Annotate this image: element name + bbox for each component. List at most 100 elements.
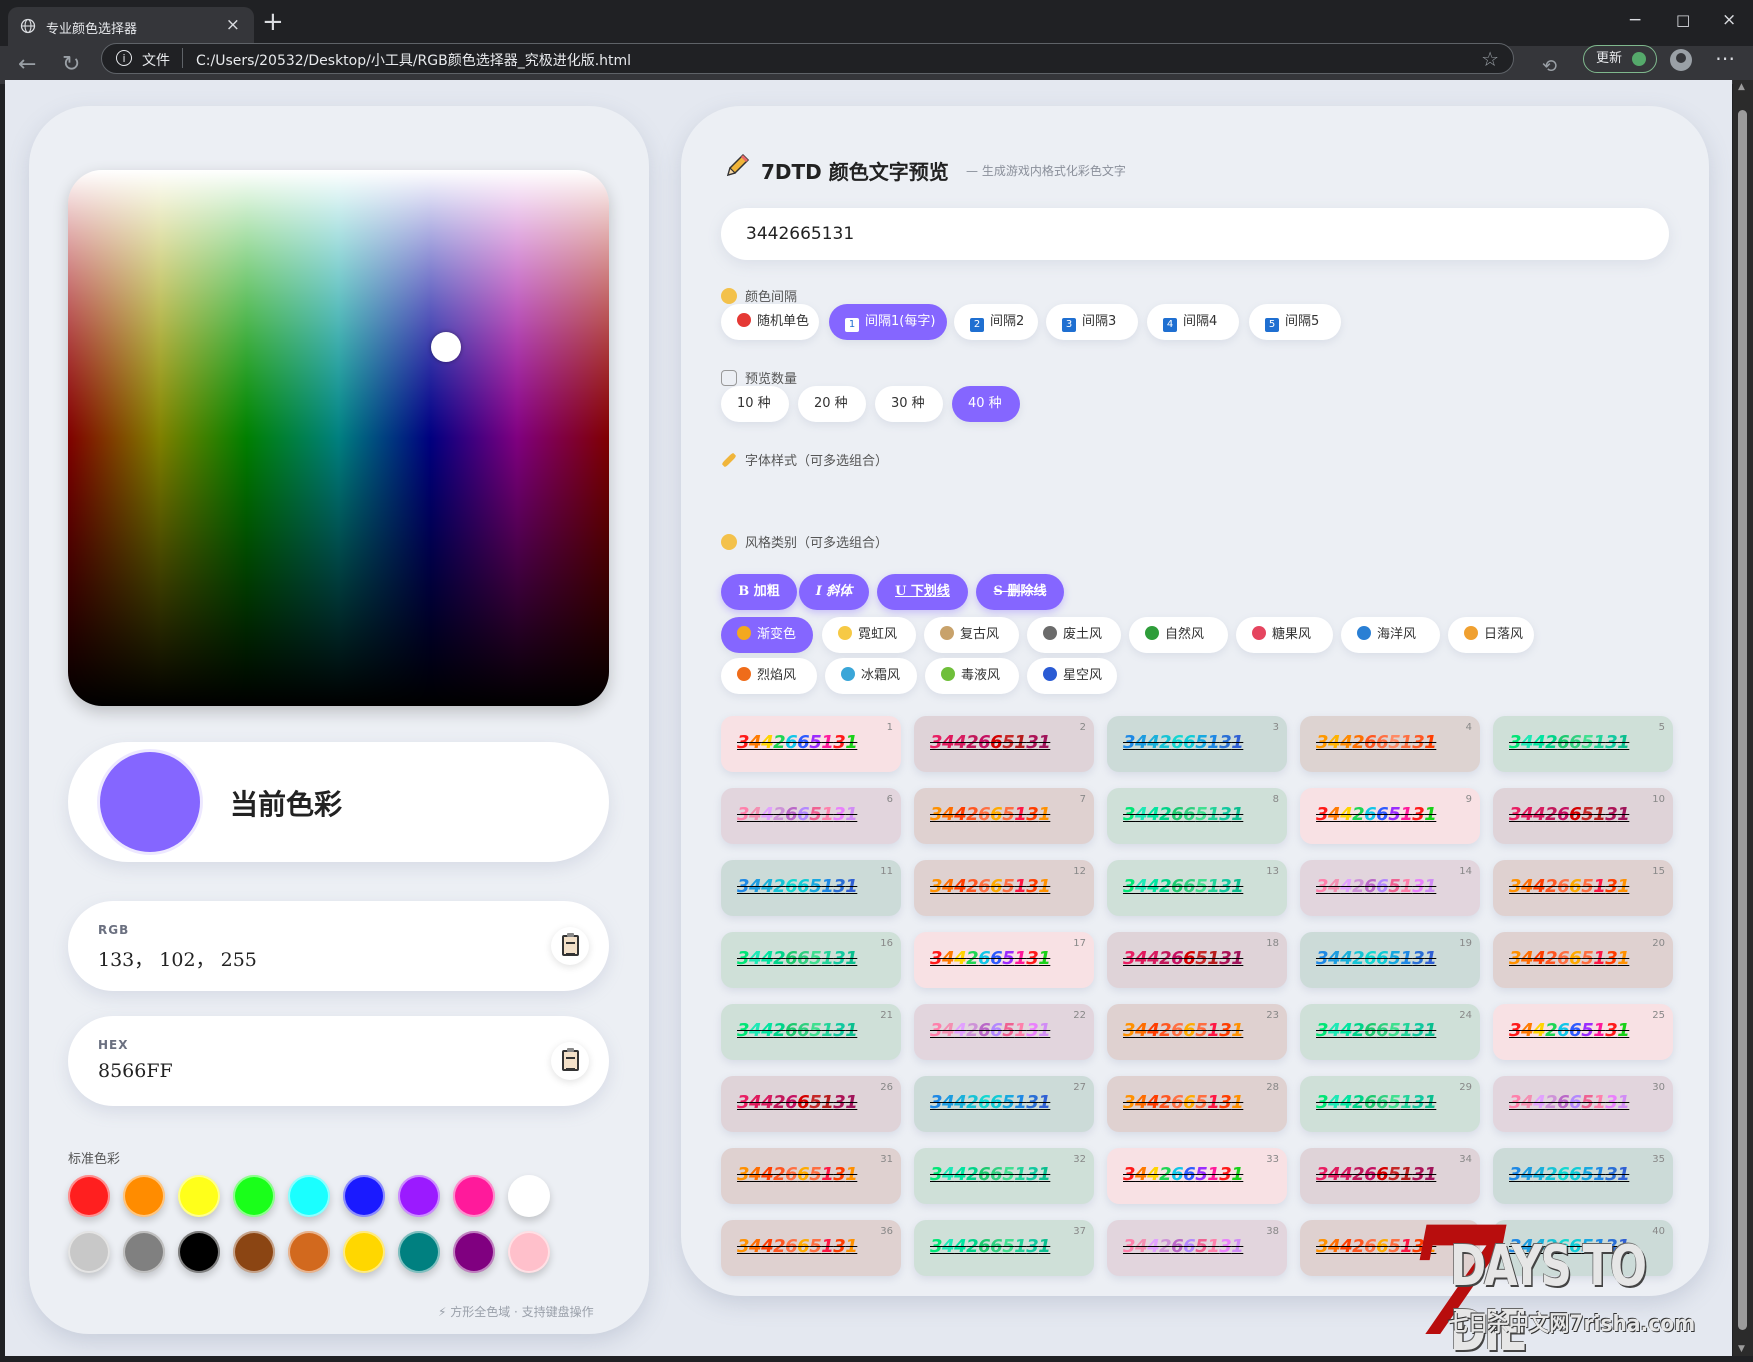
address-bar[interactable]: i 文件 C:/Users/20532/Desktop/小工具/RGB颜色选择器… xyxy=(101,43,1514,74)
text-input[interactable] xyxy=(721,208,1669,260)
style-category-option[interactable]: 烈焰风 xyxy=(721,658,817,694)
preview-tile[interactable]: 12 3442665131 xyxy=(914,860,1094,916)
preview-tile[interactable]: 20 3442665131 xyxy=(1493,932,1673,988)
preview-tile[interactable]: 25 3442665131 xyxy=(1493,1004,1673,1060)
color-swatch[interactable] xyxy=(343,1231,385,1273)
preview-tile[interactable]: 2 3442665131 xyxy=(914,716,1094,772)
preview-tile[interactable]: 22 3442665131 xyxy=(914,1004,1094,1060)
count-option[interactable]: 30 种 xyxy=(875,386,943,422)
profile-avatar[interactable] xyxy=(1670,49,1692,71)
style-category-option[interactable]: 日落风 xyxy=(1448,617,1534,653)
preview-tile[interactable]: 11 3442665131 xyxy=(721,860,901,916)
scroll-down-icon[interactable]: ▼ xyxy=(1738,1344,1745,1354)
color-swatch[interactable] xyxy=(123,1175,165,1217)
browser-tab[interactable]: 专业颜色选择器 × xyxy=(8,7,254,46)
preview-tile[interactable]: 28 3442665131 xyxy=(1107,1076,1287,1132)
preview-tile[interactable]: 4 3442665131 xyxy=(1300,716,1480,772)
color-swatch[interactable] xyxy=(453,1231,495,1273)
preview-tile[interactable]: 26 3442665131 xyxy=(721,1076,901,1132)
preview-tile[interactable]: 33 3442665131 xyxy=(1107,1148,1287,1204)
font-style-option[interactable]: I 斜体 xyxy=(799,574,869,610)
count-option[interactable]: 10 种 xyxy=(721,386,789,422)
preview-tile[interactable]: 30 3442665131 xyxy=(1493,1076,1673,1132)
more-menu-icon[interactable]: ⋯ xyxy=(1715,46,1735,70)
scroll-up-icon[interactable]: ▲ xyxy=(1738,82,1745,92)
count-option[interactable]: 20 种 xyxy=(798,386,866,422)
font-style-option[interactable]: S 删除线 xyxy=(976,574,1064,610)
close-window-button[interactable]: × xyxy=(1722,10,1736,30)
color-swatch[interactable] xyxy=(508,1175,550,1217)
interval-option[interactable]: 3 间隔3 xyxy=(1046,304,1138,340)
font-style-option[interactable]: B 加粗 xyxy=(721,574,797,610)
color-swatch[interactable] xyxy=(178,1175,220,1217)
style-category-option[interactable]: 星空风 xyxy=(1027,658,1117,694)
preview-tile[interactable]: 31 3442665131 xyxy=(721,1148,901,1204)
preview-tile[interactable]: 32 3442665131 xyxy=(914,1148,1094,1204)
interval-option[interactable]: 5 间隔5 xyxy=(1249,304,1341,340)
preview-tile[interactable]: 3 3442665131 xyxy=(1107,716,1287,772)
scroll-thumb[interactable] xyxy=(1738,110,1747,1330)
preview-tile[interactable]: 29 3442665131 xyxy=(1300,1076,1480,1132)
history-icon[interactable]: ⟲ xyxy=(1542,55,1557,79)
color-swatch[interactable] xyxy=(343,1175,385,1217)
style-category-option[interactable]: 废土风 xyxy=(1027,617,1121,653)
preview-tile[interactable]: 38 3442665131 xyxy=(1107,1220,1287,1276)
preview-tile[interactable]: 8 3442665131 xyxy=(1107,788,1287,844)
info-icon[interactable]: i xyxy=(116,50,132,66)
style-category-option[interactable]: 自然风 xyxy=(1129,617,1228,653)
style-category-option[interactable]: 糖果风 xyxy=(1236,617,1333,653)
color-swatch[interactable] xyxy=(508,1231,550,1273)
preview-tile[interactable]: 39 3442665131 xyxy=(1300,1220,1480,1276)
preview-tile[interactable]: 10 3442665131 xyxy=(1493,788,1673,844)
preview-tile[interactable]: 36 3442665131 xyxy=(721,1220,901,1276)
interval-option[interactable]: 1 间隔1(每字) xyxy=(829,304,947,340)
style-category-option[interactable]: 渐变色 xyxy=(721,617,813,653)
color-swatch[interactable] xyxy=(68,1231,110,1273)
tab-close-icon[interactable]: × xyxy=(226,15,240,35)
preview-tile[interactable]: 9 3442665131 xyxy=(1300,788,1480,844)
color-swatch[interactable] xyxy=(398,1175,440,1217)
preview-tile[interactable]: 13 3442665131 xyxy=(1107,860,1287,916)
style-category-option[interactable]: 海洋风 xyxy=(1341,617,1440,653)
color-swatch[interactable] xyxy=(288,1231,330,1273)
back-arrow-icon[interactable]: ← xyxy=(18,53,36,77)
style-category-option[interactable]: 冰霜风 xyxy=(825,658,917,694)
preview-tile[interactable]: 14 3442665131 xyxy=(1300,860,1480,916)
interval-option[interactable]: 随机单色 xyxy=(721,304,819,340)
preview-tile[interactable]: 19 3442665131 xyxy=(1300,932,1480,988)
preview-tile[interactable]: 16 3442665131 xyxy=(721,932,901,988)
style-category-option[interactable]: 毒液风 xyxy=(925,658,1019,694)
color-swatch[interactable] xyxy=(398,1231,440,1273)
interval-option[interactable]: 4 间隔4 xyxy=(1147,304,1239,340)
preview-tile[interactable]: 27 3442665131 xyxy=(914,1076,1094,1132)
preview-tile[interactable]: 18 3442665131 xyxy=(1107,932,1287,988)
preview-tile[interactable]: 35 3442665131 xyxy=(1493,1148,1673,1204)
color-swatch[interactable] xyxy=(233,1231,275,1273)
maximize-button[interactable]: □ xyxy=(1676,11,1690,29)
url-path[interactable]: C:/Users/20532/Desktop/小工具/RGB颜色选择器_究极进化… xyxy=(196,50,631,70)
preview-tile[interactable]: 6 3442665131 xyxy=(721,788,901,844)
preview-tile[interactable]: 40 3442665131 xyxy=(1493,1220,1673,1276)
color-swatch[interactable] xyxy=(453,1175,495,1217)
color-swatch[interactable] xyxy=(288,1175,330,1217)
font-style-option[interactable]: U 下划线 xyxy=(877,574,968,610)
preview-tile[interactable]: 37 3442665131 xyxy=(914,1220,1094,1276)
new-tab-button[interactable]: + xyxy=(262,7,284,37)
color-spectrum-picker[interactable] xyxy=(68,170,609,706)
update-button[interactable]: 更新 xyxy=(1583,45,1657,73)
preview-tile[interactable]: 23 3442665131 xyxy=(1107,1004,1287,1060)
page-scrollbar[interactable]: ▲ ▼ xyxy=(1733,80,1753,1356)
preview-tile[interactable]: 34 3442665131 xyxy=(1300,1148,1480,1204)
color-swatch[interactable] xyxy=(68,1175,110,1217)
preview-tile[interactable]: 15 3442665131 xyxy=(1493,860,1673,916)
interval-option[interactable]: 2 间隔2 xyxy=(954,304,1038,340)
bookmark-star-icon[interactable]: ☆ xyxy=(1481,47,1499,71)
preview-tile[interactable]: 1 3442665131 xyxy=(721,716,901,772)
copy-rgb-button[interactable] xyxy=(551,927,589,965)
preview-tile[interactable]: 21 3442665131 xyxy=(721,1004,901,1060)
copy-hex-button[interactable] xyxy=(551,1042,589,1080)
reload-icon[interactable]: ↻ xyxy=(62,53,80,77)
style-category-option[interactable]: 霓虹风 xyxy=(822,617,916,653)
preview-tile[interactable]: 17 3442665131 xyxy=(914,932,1094,988)
preview-tile[interactable]: 5 3442665131 xyxy=(1493,716,1673,772)
